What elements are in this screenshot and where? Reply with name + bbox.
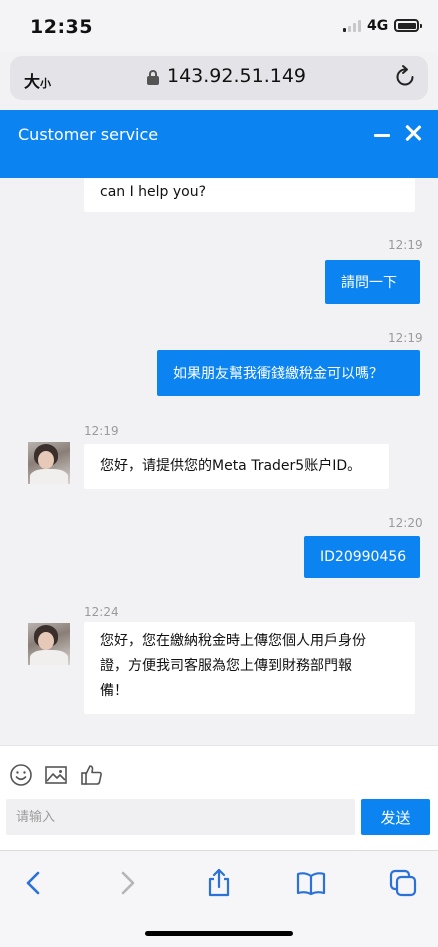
message-list[interactable]: can I help you? 12:19 請問一下 12:19 如果朋友幫我衝… [0, 178, 438, 745]
url-text[interactable]: 143.92.51.149 [167, 65, 306, 87]
forward-icon[interactable] [112, 868, 142, 898]
address-bar[interactable]: 大小 143.92.51.149 [10, 56, 428, 100]
message-time: 12:19 [388, 238, 423, 252]
message-time: 12:20 [388, 516, 423, 530]
share-icon[interactable] [204, 868, 234, 898]
signal-icon [343, 20, 363, 32]
text-size-label: 大 [24, 72, 41, 91]
message-time: 12:19 [388, 331, 423, 345]
emoji-icon[interactable] [9, 763, 33, 787]
message-text-line: 您好，您在繳納稅金時上傳您個人用戶身份 [100, 633, 366, 649]
image-icon[interactable] [44, 763, 68, 787]
message-input[interactable] [6, 799, 355, 835]
agent-message: 您好，请提供您的Meta Trader5账户ID。 [84, 444, 389, 489]
message-time: 12:19 [84, 424, 119, 438]
message-text: ID20990456 [320, 549, 407, 565]
network-label: 4G [367, 18, 389, 34]
lock-icon [147, 70, 159, 85]
message-time: 12:24 [84, 605, 119, 619]
agent-avatar [28, 442, 70, 484]
close-icon[interactable] [404, 124, 422, 142]
back-icon[interactable] [19, 868, 49, 898]
send-button[interactable]: 发送 [361, 799, 430, 835]
agent-message: can I help you? [84, 178, 415, 212]
message-text: 您好，请提供您的Meta Trader5账户ID。 [100, 458, 362, 474]
tabs-icon[interactable] [388, 868, 418, 898]
battery-icon [394, 19, 422, 32]
message-text-line: 備！ [100, 683, 128, 699]
thumbs-up-icon[interactable] [80, 763, 104, 787]
agent-avatar [28, 623, 70, 665]
message-text: 請問一下 [341, 275, 397, 291]
status-bar: 12:35 4G [0, 0, 438, 52]
text-size-small: 小 [40, 77, 52, 90]
user-message: ID20990456 [304, 536, 420, 578]
home-indicator [145, 931, 293, 936]
status-time: 12:35 [30, 16, 93, 38]
chat-title: Customer service [18, 125, 159, 144]
message-text: 如果朋友幫我衝錢繳稅金可以嗎？ [173, 366, 383, 382]
user-message: 請問一下 [325, 260, 420, 304]
chat-header: Customer service [0, 110, 438, 178]
bookmarks-icon[interactable] [296, 868, 326, 898]
user-message: 如果朋友幫我衝錢繳稅金可以嗎？ [157, 350, 420, 396]
agent-message: 您好，您在繳納稅金時上傳您個人用戶身份 證，方便我司客服為您上傳到財務部門報 備… [84, 622, 415, 714]
composer-toolbar: 发送 [0, 745, 438, 850]
message-text-line: 證，方便我司客服為您上傳到財務部門報 [100, 658, 352, 674]
text-size-button[interactable]: 大小 [24, 68, 51, 92]
reload-icon[interactable] [392, 64, 418, 90]
message-text: can I help you? [100, 184, 207, 200]
minimize-icon[interactable] [374, 134, 390, 137]
